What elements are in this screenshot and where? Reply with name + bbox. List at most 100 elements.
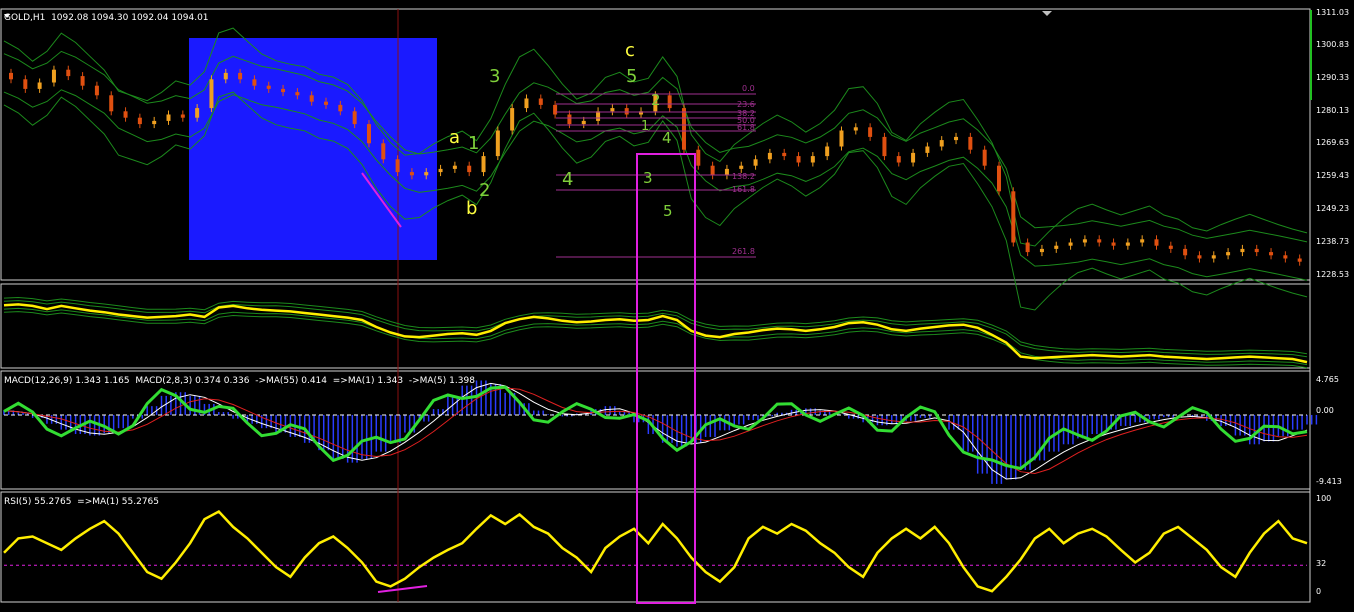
candle-body <box>1039 248 1044 253</box>
candle-body <box>782 152 787 157</box>
candle-body <box>724 168 729 176</box>
rsi-tick: 32 <box>1316 559 1327 568</box>
candle-body <box>1283 255 1288 259</box>
candle-body <box>51 69 56 83</box>
wave-label-1: 1 <box>468 133 480 154</box>
wave-label-4: 4 <box>562 169 574 190</box>
candle-body <box>925 146 930 153</box>
candle-body <box>968 136 973 150</box>
macd-tick: 4.765 <box>1316 375 1339 384</box>
fib-label-23-6: 23.6 <box>737 100 755 109</box>
candle-body <box>1183 248 1188 256</box>
candle-body <box>1054 245 1059 249</box>
candle-body <box>911 152 916 163</box>
candle-body <box>309 95 314 102</box>
candle-body <box>366 124 371 144</box>
candle-body <box>381 143 386 160</box>
price-tick: 1259.43 <box>1316 171 1350 180</box>
candle-body <box>152 120 157 125</box>
scroll-marker-icon <box>1042 11 1052 16</box>
magenta-highlight-box <box>636 153 696 604</box>
candle-body <box>1140 239 1145 243</box>
candle-body <box>1082 239 1087 243</box>
candle-body <box>982 149 987 166</box>
candle-body <box>23 79 28 89</box>
candle-body <box>1254 248 1259 253</box>
wave-label-c5: 5 <box>626 66 638 87</box>
price-tick: 1311.03 <box>1316 8 1350 17</box>
candle-body <box>1097 239 1102 243</box>
candle-body <box>281 88 286 93</box>
price-tick: 1249.23 <box>1316 204 1350 213</box>
candle-body <box>596 111 601 121</box>
candle-body <box>696 149 701 166</box>
candle-body <box>753 159 758 166</box>
candle-body <box>295 92 300 96</box>
candle-body <box>467 165 472 173</box>
candle-body <box>80 76 85 86</box>
candle-body <box>495 130 500 157</box>
candle-body <box>109 95 114 112</box>
candle-body <box>180 114 185 118</box>
candle-body <box>266 85 271 89</box>
candle-body <box>1240 248 1245 253</box>
candle-body <box>1025 242 1030 253</box>
fib-label-0: 0.0 <box>742 84 755 93</box>
main-header: GOLD,H1 1092.08 1094.30 1092.04 1094.01 <box>4 13 209 23</box>
candle-body <box>567 114 572 125</box>
rsi-line <box>3 509 1308 593</box>
price-tick: 1228.53 <box>1316 270 1350 279</box>
candle-body <box>209 79 214 109</box>
wave-label-2: 2 <box>479 180 491 201</box>
candle-body <box>610 108 615 112</box>
candle-body <box>1125 242 1130 246</box>
rsi-header: RSI(5) 55.2765 =>MA(1) 55.2765 <box>4 497 159 507</box>
price-tick: 1290.33 <box>1316 73 1350 82</box>
candle-body <box>1197 255 1202 259</box>
candle-body <box>338 104 343 112</box>
candle-body <box>1168 245 1173 249</box>
candle-body <box>939 140 944 147</box>
wave-label-c1: 1 <box>641 119 650 134</box>
candle-body <box>553 104 558 115</box>
wave-label-b: b <box>466 198 478 219</box>
candle-body <box>1211 255 1216 259</box>
candle-body <box>954 136 959 141</box>
candle-body <box>581 120 586 125</box>
rsi-divergence-line <box>377 585 428 593</box>
ma-line <box>3 303 1308 364</box>
candle-body <box>825 146 830 157</box>
candle-body <box>839 130 844 147</box>
candle-body <box>166 114 171 121</box>
wave-label-c2: 2 <box>651 91 661 109</box>
candle-body <box>66 69 71 77</box>
price-tick: 1269.63 <box>1316 138 1350 147</box>
candle-body <box>137 117 142 125</box>
fib-label-161-8: 161.8 <box>732 185 755 194</box>
candle-body <box>481 156 486 173</box>
candle-body <box>1297 258 1302 262</box>
candle-body <box>1269 252 1274 256</box>
candle-body <box>810 156 815 163</box>
rsi-panel-frame <box>0 491 1311 603</box>
rsi-tick: 100 <box>1316 494 1332 503</box>
rsi-tick: 0 <box>1316 587 1322 596</box>
candle-body <box>996 165 1001 192</box>
fib-label-61-8: 61.8 <box>737 123 755 132</box>
candle-body <box>853 127 858 131</box>
candle-body <box>195 108 200 118</box>
candle-body <box>223 72 228 80</box>
wave-label-a: a <box>449 127 461 148</box>
candle-body <box>767 152 772 160</box>
candle-body <box>739 165 744 169</box>
wave-label-c3: 3 <box>643 169 653 187</box>
price-tick: 1280.13 <box>1316 106 1350 115</box>
candle-body <box>424 172 429 176</box>
candle-body <box>452 165 457 169</box>
candle-body <box>252 79 257 86</box>
candle-body <box>624 108 629 115</box>
candle-body <box>510 108 515 131</box>
candle-body <box>409 172 414 176</box>
candle-body <box>796 156 801 163</box>
candle-body <box>94 85 99 96</box>
